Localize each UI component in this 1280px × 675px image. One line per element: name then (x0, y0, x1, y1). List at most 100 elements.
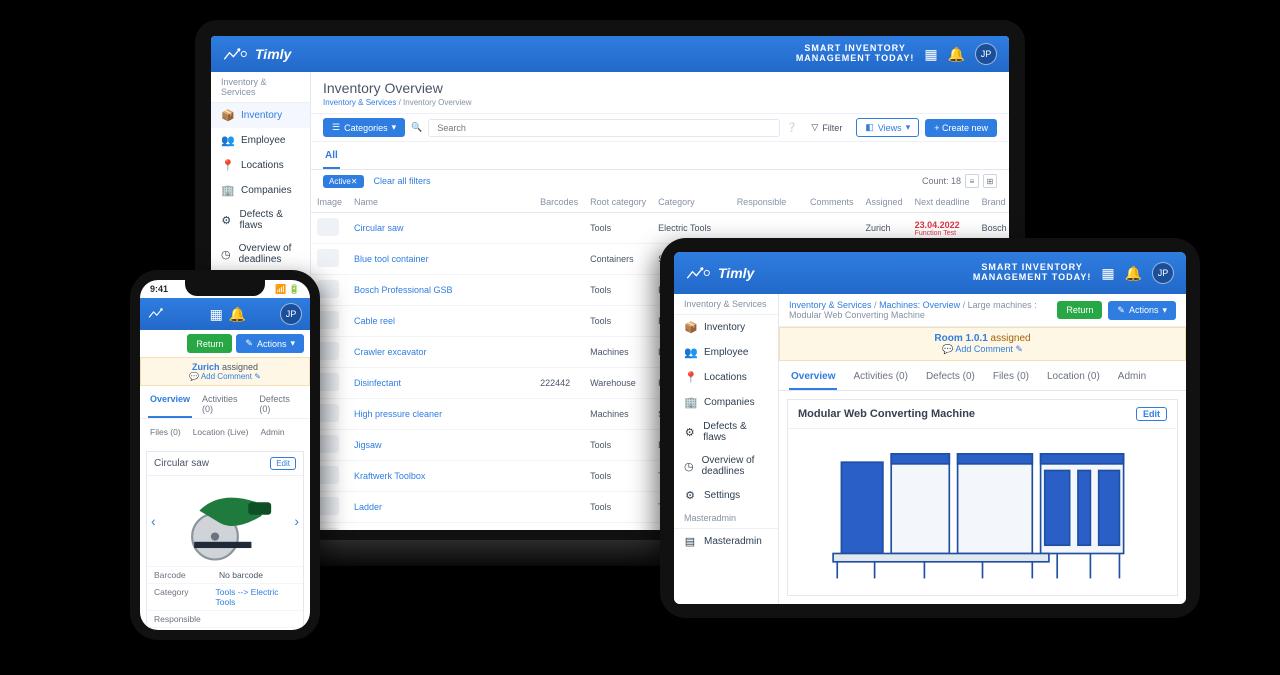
tab-activities[interactable]: Activities (0) (851, 367, 909, 390)
density-compact-icon[interactable]: ≡ (965, 174, 979, 188)
property-row: BarcodeNo barcode (147, 566, 303, 583)
item-name-link[interactable]: Disinfectant (348, 368, 534, 399)
qr-icon[interactable]: ▦ (924, 46, 937, 63)
bell-icon[interactable]: 🔔 (1125, 265, 1142, 282)
tab-admin[interactable]: Admin (1116, 367, 1148, 390)
categories-button[interactable]: ☰ Categories ▾ (323, 118, 405, 137)
views-button[interactable]: ◧ Views ▾ (856, 118, 919, 137)
breadcrumb-root[interactable]: Inventory & Services (323, 98, 396, 107)
companies-icon: 🏢 (684, 396, 696, 409)
tab-activities[interactable]: Activities (0) (200, 390, 249, 418)
edit-button[interactable]: Edit (1136, 407, 1167, 421)
employee-icon: 👥 (221, 134, 233, 147)
table-header[interactable]: Barcodes (534, 192, 584, 213)
sidebar-heading: Inventory & Services (211, 72, 310, 103)
item-name-link[interactable]: High pressure cleaner (348, 399, 534, 430)
sidebar-item-companies[interactable]: 🏢Companies (211, 178, 310, 203)
filter-button[interactable]: ▽ Filter (803, 119, 850, 136)
sidebar-item-employee[interactable]: 👥Employee (674, 340, 778, 365)
item-name-link[interactable]: Cable reel (348, 306, 534, 337)
bell-icon[interactable]: 🔔 (948, 46, 965, 63)
detail-card: Modular Web Converting Machine Edit (787, 399, 1178, 596)
add-comment-link[interactable]: 💬 Add Comment ✎ (189, 372, 261, 381)
sidebar-item-defects[interactable]: ⚙Defects & flaws (674, 415, 778, 449)
table-header[interactable]: Brand (976, 192, 1009, 213)
toolbar: ☰ Categories ▾ 🔍 ❔ ▽ Filter ◧ Views ▾ + … (311, 113, 1009, 142)
sidebar-item-companies[interactable]: 🏢Companies (674, 390, 778, 415)
user-avatar[interactable]: JP (975, 43, 997, 65)
tab-files[interactable]: Files (0) (148, 423, 183, 443)
active-badge[interactable]: Active ✕ (323, 175, 364, 188)
create-button[interactable]: + Create new (925, 119, 997, 137)
search-input[interactable] (428, 119, 780, 137)
item-name-link[interactable]: Bosch Professional GSB (348, 275, 534, 306)
item-name-link[interactable]: LUX Cordless Screwdriver ABS 20Li 80 pcs (348, 523, 534, 531)
density-expand-icon[interactable]: ⊞ (983, 174, 997, 188)
property-value: No barcode (219, 570, 263, 580)
tab-location[interactable]: Location (0) (1045, 367, 1102, 390)
sidebar-item-defects[interactable]: ⚙Defects & flaws (211, 203, 310, 237)
tab-admin[interactable]: Admin (258, 423, 286, 443)
chevron-right-icon[interactable]: › (294, 513, 299, 529)
actions-button[interactable]: ✎ Actions ▾ (1108, 301, 1176, 320)
edit-button[interactable]: Edit (270, 457, 296, 470)
item-name-link[interactable]: Jigsaw (348, 430, 534, 461)
tab-overview[interactable]: Overview (148, 390, 192, 418)
item-thumb (317, 218, 339, 236)
table-header[interactable]: Next deadline (909, 192, 976, 213)
tagline: SMART INVENTORY MANAGEMENT TODAY! (973, 263, 1092, 283)
qr-icon[interactable]: ▦ (210, 306, 223, 323)
table-header[interactable]: Comments (804, 192, 860, 213)
sidebar-item-employee[interactable]: 👥Employee (211, 128, 310, 153)
sidebar-item-settings[interactable]: ⚙Settings (674, 483, 778, 508)
brand-logo[interactable]: Timly (686, 263, 754, 283)
sidebar-item-inventory[interactable]: 📦Inventory (674, 315, 778, 340)
bell-icon[interactable]: 🔔 (229, 306, 246, 323)
brand-name: Timly (255, 46, 291, 62)
chevron-left-icon[interactable]: ‹ (151, 513, 156, 529)
add-comment-link[interactable]: 💬 Add Comment ✎ (942, 344, 1023, 355)
admin-icon: ▤ (684, 535, 696, 548)
user-avatar[interactable]: JP (1152, 262, 1174, 284)
brand-logo[interactable]: Timly (223, 44, 291, 64)
tab-defects[interactable]: Defects (0) (257, 390, 302, 418)
table-header[interactable]: Assigned (860, 192, 909, 213)
return-button[interactable]: Return (1057, 301, 1102, 319)
clear-filters-link[interactable]: Clear all filters (374, 176, 431, 186)
table-header[interactable]: Root category (584, 192, 652, 213)
sidebar-item-inventory[interactable]: 📦Inventory (211, 103, 310, 128)
item-name-link[interactable]: Ladder (348, 492, 534, 523)
item-thumb (317, 373, 339, 391)
user-avatar[interactable]: JP (280, 303, 302, 325)
tab-location[interactable]: Location (Live) (191, 423, 251, 443)
sidebar-item-locations[interactable]: 📍Locations (211, 153, 310, 178)
return-button[interactable]: Return (187, 334, 232, 353)
qr-icon[interactable]: ▦ (1101, 265, 1114, 282)
table-header[interactable]: Image (311, 192, 348, 213)
table-header[interactable]: Name (348, 192, 534, 213)
item-name-link[interactable]: Blue tool container (348, 244, 534, 275)
table-header[interactable]: Responsible (731, 192, 804, 213)
sidebar-item-deadlines[interactable]: ◷Overview of deadlines (674, 449, 778, 483)
table-header[interactable]: Category (652, 192, 731, 213)
sidebar-item-masteradmin[interactable]: ▤Masteradmin (674, 529, 778, 554)
sidebar-item-locations[interactable]: 📍Locations (674, 365, 778, 390)
property-row: Org. Unit / LocationTimly ENG (147, 627, 303, 630)
defects-icon: ⚙ (221, 214, 232, 227)
brand-logo[interactable] (148, 304, 170, 325)
help-icon[interactable]: ❔ (786, 122, 797, 133)
property-value[interactable]: Tools --> Electric Tools (215, 587, 296, 607)
tab-files[interactable]: Files (0) (991, 367, 1031, 390)
tab-overview[interactable]: Overview (789, 367, 837, 390)
item-name-link[interactable]: Circular saw (348, 213, 534, 244)
item-properties: BarcodeNo barcodeCategoryTools --> Elect… (147, 566, 303, 630)
item-thumb (317, 528, 339, 530)
tab-defects[interactable]: Defects (0) (924, 367, 977, 390)
item-thumb (317, 466, 339, 484)
item-name-link[interactable]: Crawler excavator (348, 337, 534, 368)
actions-button[interactable]: ✎ Actions ▾ (236, 334, 304, 353)
tab-all[interactable]: All (323, 146, 340, 169)
detail-card-title: Modular Web Converting Machine (798, 408, 975, 420)
sidebar-item-deadlines[interactable]: ◷Overview of deadlines (211, 237, 310, 271)
item-name-link[interactable]: Kraftwerk Toolbox (348, 461, 534, 492)
